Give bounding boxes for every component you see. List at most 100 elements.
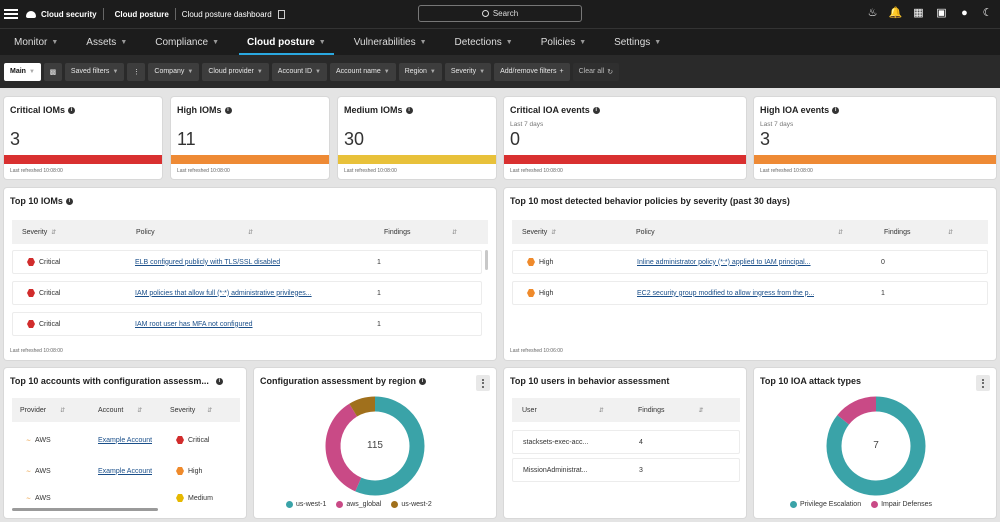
tab-compliance[interactable]: Compliance ▼ xyxy=(141,29,233,55)
table-row[interactable]: High Inline administrator policy (*:*) a… xyxy=(512,250,988,274)
provider-cell: ∼ AWS xyxy=(26,467,51,475)
info-icon[interactable]: i xyxy=(65,197,73,205)
kpi-card-high-ioms: High IOMs i 11 Last refreshed 10:08:00 xyxy=(171,97,329,179)
header-severity[interactable]: Severity ⇵ xyxy=(170,407,212,414)
filter-account-name[interactable]: Account name ▼ xyxy=(330,62,396,81)
tab-monitor[interactable]: Monitor ▼ xyxy=(0,29,72,55)
filter-account-id[interactable]: Account ID ▼ xyxy=(271,62,327,81)
table-row[interactable]: ∼ AWS Medium xyxy=(12,491,240,505)
slice-us-west-2[interactable] xyxy=(349,396,376,417)
breadcrumb-module[interactable]: Cloud posture xyxy=(115,10,169,19)
grid-apps-icon[interactable]: ▦ xyxy=(912,6,925,19)
policy-link[interactable]: Inline administrator policy (*:*) applie… xyxy=(637,251,811,273)
info-icon[interactable]: i xyxy=(224,106,232,114)
account-link[interactable]: Example Account xyxy=(98,429,152,451)
sort-icon: ⇵ xyxy=(452,229,458,236)
table-row[interactable]: stacksets-exec-acc... 4 xyxy=(512,430,740,454)
dark-mode-icon[interactable]: ☾ xyxy=(981,6,994,19)
view-select[interactable]: Main ▼ xyxy=(4,62,41,81)
header-findings[interactable]: Findings ⇵ xyxy=(638,407,704,414)
table-header: Severity ⇵ Policy ⇵ Findings ⇵ xyxy=(512,220,988,244)
info-icon[interactable]: i xyxy=(405,106,413,114)
vertical-scrollbar[interactable] xyxy=(485,250,488,270)
policy-link[interactable]: EC2 security group modified to allow ing… xyxy=(637,282,814,304)
legend-item[interactable]: aws_global xyxy=(336,501,381,508)
table-row[interactable]: ∼ AWS Example Account Critical xyxy=(12,429,240,453)
policy-link[interactable]: ELB configured publicly with TLS/SSL dis… xyxy=(135,251,280,273)
tab-policies[interactable]: Policies ▼ xyxy=(527,29,600,55)
table-row[interactable]: ∼ AWS Example Account High xyxy=(12,460,240,484)
breadcrumb-app[interactable]: Cloud security xyxy=(41,10,97,19)
table-row[interactable]: Critical ELB configured publicly with TL… xyxy=(12,250,482,274)
tab-detections[interactable]: Detections ▼ xyxy=(441,29,527,55)
legend-item[interactable]: us-west-2 xyxy=(391,501,432,508)
kebab-menu-button[interactable] xyxy=(476,375,490,391)
chevron-down-icon: ▼ xyxy=(383,68,390,75)
high-severity-icon xyxy=(176,467,184,475)
header-findings-sort[interactable]: ⇵ xyxy=(452,229,457,236)
tab-assets[interactable]: Assets ▼ xyxy=(72,29,141,55)
severity-cell: Medium xyxy=(176,491,213,505)
topbar-icons: ♨ 🔔 ▦ ▣ ● ☾ xyxy=(866,6,994,20)
header-findings[interactable]: Findings xyxy=(384,229,410,236)
kebab-menu-button[interactable] xyxy=(976,375,990,391)
kpi-card-critical-ioa-events: Critical IOA events i Last 7 days 0 Last … xyxy=(504,97,746,179)
header-policy[interactable]: Policy xyxy=(136,229,155,236)
header-policy-sort[interactable]: ⇵ xyxy=(248,229,253,236)
header-provider[interactable]: Provider ⇵ xyxy=(20,407,65,414)
notifications-icon[interactable]: 🔔 xyxy=(889,6,903,19)
clear-all-button[interactable]: Clear all ↻ xyxy=(572,62,620,81)
table-row[interactable]: Critical IAM root user has MFA not confi… xyxy=(12,312,482,336)
filter-company[interactable]: Company ▼ xyxy=(148,62,200,81)
header-findings-sort[interactable]: ⇵ xyxy=(948,229,953,236)
header-severity[interactable]: Severity ⇵ xyxy=(22,229,56,236)
header-severity[interactable]: Severity ⇵ xyxy=(522,229,556,236)
policy-link[interactable]: IAM policies that allow full (*:*) admin… xyxy=(135,282,312,304)
search-button[interactable]: Search xyxy=(418,5,582,22)
aws-icon: ∼ xyxy=(26,437,32,444)
help-icon[interactable]: ♨ xyxy=(866,6,879,19)
header-policy[interactable]: Policy xyxy=(636,229,655,236)
policy-link[interactable]: IAM root user has MFA not configured xyxy=(135,313,253,335)
legend-item[interactable]: us-west-1 xyxy=(286,501,326,508)
info-icon[interactable]: i xyxy=(419,377,427,385)
table-row[interactable]: High EC2 security group modified to allo… xyxy=(512,281,988,305)
sort-icon: ⇵ xyxy=(60,407,66,414)
last-refreshed: Last refreshed 10:08:00 xyxy=(344,168,397,174)
header-account[interactable]: Account ⇵ xyxy=(98,407,142,414)
kpi-value[interactable]: 11 xyxy=(177,129,196,150)
tab-vulnerabilities[interactable]: Vulnerabilities ▼ xyxy=(340,29,441,55)
account-link[interactable]: Example Account xyxy=(98,460,152,482)
top-users-card: Top 10 users in behavior assessment User… xyxy=(504,368,746,518)
filter-cloud-provider[interactable]: Cloud provider ▼ xyxy=(202,62,269,81)
legend-item[interactable]: Impair Defenses xyxy=(871,501,932,508)
kpi-value[interactable]: 3 xyxy=(760,129,770,150)
info-icon[interactable]: i xyxy=(215,377,223,385)
table-row[interactable]: Critical IAM policies that allow full (*… xyxy=(12,281,482,305)
user-icon[interactable]: ● xyxy=(958,6,971,19)
calendar-icon[interactable]: ▣ xyxy=(935,6,948,19)
bookmark-icon[interactable] xyxy=(277,9,285,19)
info-icon[interactable]: i xyxy=(832,106,840,114)
tab-cloud-posture[interactable]: Cloud posture ▼ xyxy=(233,29,340,55)
table-row[interactable]: MissionAdministrat... 3 xyxy=(512,458,740,482)
info-icon[interactable]: i xyxy=(592,106,600,114)
save-view-button[interactable]: ▩ xyxy=(43,62,62,81)
slice-impair-defenses[interactable] xyxy=(837,396,877,425)
filter-severity[interactable]: Severity ▼ xyxy=(444,62,492,81)
horizontal-scrollbar[interactable] xyxy=(12,508,158,511)
hamburger-menu-icon[interactable] xyxy=(4,9,18,19)
saved-filters-button[interactable]: Saved filters ▼ xyxy=(64,62,125,81)
kpi-value[interactable]: 30 xyxy=(344,129,364,150)
filter-region[interactable]: Region ▼ xyxy=(398,62,442,81)
info-icon[interactable]: i xyxy=(68,106,76,114)
header-policy-sort[interactable]: ⇵ xyxy=(838,229,843,236)
kpi-value[interactable]: 3 xyxy=(10,129,20,150)
more-options-button[interactable]: ⋮ xyxy=(127,62,146,81)
header-findings[interactable]: Findings xyxy=(884,229,910,236)
kpi-value[interactable]: 0 xyxy=(510,129,520,150)
header-user[interactable]: User ⇵ xyxy=(522,407,604,414)
tab-settings[interactable]: Settings ▼ xyxy=(600,29,675,55)
legend-item[interactable]: Privilege Escalation xyxy=(790,501,861,508)
add-remove-filters-button[interactable]: Add/remove filters + xyxy=(494,62,570,81)
